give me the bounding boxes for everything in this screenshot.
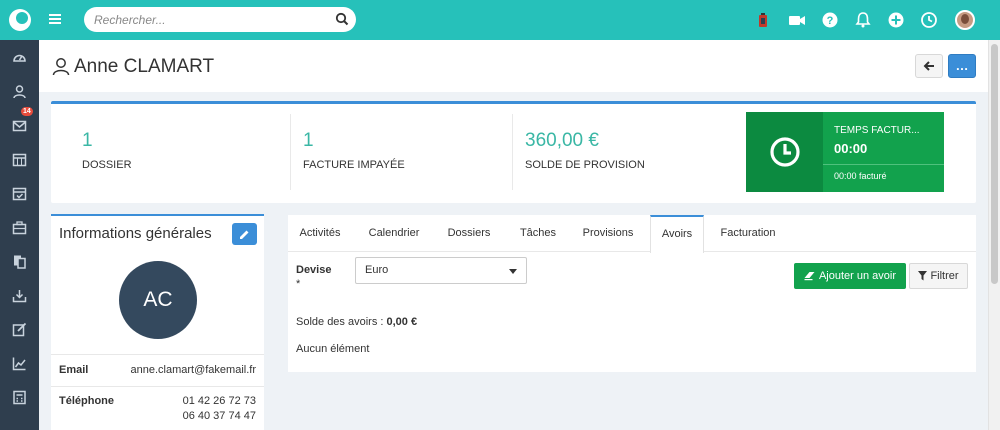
divider — [512, 114, 513, 190]
clock-icon[interactable] — [920, 11, 938, 29]
bell-icon[interactable] — [854, 11, 872, 29]
divider — [290, 114, 291, 190]
sidebar-item-agenda[interactable] — [0, 176, 39, 210]
sidebar: 14 — [0, 40, 39, 430]
currency-label: Devise — [296, 264, 332, 276]
edit-button[interactable] — [232, 223, 257, 245]
tab-provisions[interactable]: Provisions — [572, 215, 644, 252]
search-box — [84, 7, 356, 32]
dashboard-icon — [13, 54, 26, 62]
divider — [51, 354, 264, 355]
credit-balance-value: 0,00 € — [386, 316, 418, 328]
arrow-left-icon — [923, 61, 934, 71]
add-credit-note-button[interactable]: Ajouter un avoir — [794, 263, 906, 289]
top-bar: ? — [0, 0, 1000, 40]
tab-avoirs[interactable]: Avoirs — [650, 215, 704, 253]
tab-activites[interactable]: Activités — [288, 215, 352, 252]
divider — [51, 386, 264, 387]
timer-time: 00:00 — [834, 141, 868, 156]
page-title: Anne CLAMART — [74, 56, 215, 77]
search-icon[interactable] — [335, 12, 349, 26]
help-icon[interactable]: ? — [821, 11, 839, 29]
briefcase-icon — [12, 220, 27, 234]
divider — [823, 164, 944, 165]
filter-icon — [918, 271, 928, 281]
calendar-check-icon — [12, 187, 27, 200]
stat-value: 1 — [303, 130, 314, 151]
sidebar-item-stats[interactable] — [0, 346, 39, 380]
caret-down-icon — [509, 269, 517, 274]
phone-value-1[interactable]: 01 42 26 72 73 — [183, 395, 256, 407]
phone-value-2[interactable]: 06 40 37 74 47 — [183, 410, 256, 422]
user-avatar[interactable] — [955, 10, 975, 30]
mail-icon — [12, 120, 27, 131]
tabs-bar: Activités Calendrier Dossiers Tâches Pro… — [288, 215, 976, 253]
panel-title: Informations générales — [59, 225, 212, 242]
chart-icon — [12, 357, 26, 370]
tab-taches[interactable]: Tâches — [508, 215, 568, 252]
currency-select-value: Euro — [365, 264, 389, 276]
filter-button[interactable]: Filtrer — [909, 263, 968, 289]
calculator-icon — [13, 390, 26, 404]
documents-icon — [14, 255, 26, 269]
credit-balance-label: Solde des avoirs : — [296, 316, 387, 328]
tab-dossiers[interactable]: Dossiers — [436, 215, 502, 252]
email-value[interactable]: anne.clamart@fakemail.fr — [131, 364, 257, 376]
sidebar-item-cases[interactable] — [0, 210, 39, 244]
contacts-icon — [13, 84, 26, 98]
pencil-icon — [240, 230, 249, 239]
sidebar-item-calendar[interactable] — [0, 142, 39, 176]
back-button[interactable] — [915, 54, 943, 78]
clock-icon — [769, 137, 800, 167]
stat-value: 1 — [82, 130, 93, 151]
general-info-panel: Informations générales AC Email anne.cla… — [51, 214, 264, 430]
stat-label: DOSSIER — [82, 159, 132, 171]
currency-select[interactable]: Euro — [355, 257, 527, 284]
eraser-icon — [804, 272, 815, 281]
search-input[interactable] — [94, 11, 324, 28]
stat-value: 360,00 € — [525, 130, 599, 151]
calendar-icon — [12, 153, 27, 166]
timer-title: TEMPS FACTUR... — [834, 125, 920, 136]
inbox-tray-icon — [12, 289, 27, 302]
sidebar-item-mail[interactable]: 14 — [0, 107, 39, 142]
tabs-panel: Activités Calendrier Dossiers Tâches Pro… — [288, 215, 976, 372]
tab-facturation[interactable]: Facturation — [712, 215, 784, 252]
scrollbar[interactable] — [988, 40, 1000, 430]
email-label: Email — [59, 364, 89, 376]
timer-stopwatch-icon[interactable] — [754, 11, 772, 29]
plus-icon[interactable] — [887, 11, 905, 29]
page-header: Anne CLAMART … — [39, 40, 988, 92]
sidebar-item-contacts[interactable] — [0, 74, 39, 108]
svg-text:?: ? — [827, 15, 834, 27]
sidebar-item-inbox[interactable] — [0, 278, 39, 312]
contact-icon — [52, 58, 70, 76]
logo-icon[interactable] — [9, 9, 31, 31]
edit-icon — [12, 322, 27, 336]
credit-balance: Solde des avoirs : 0,00 € — [296, 316, 417, 328]
phone-label: Téléphone — [59, 395, 115, 407]
stat-label: SOLDE DE PROVISION — [525, 159, 645, 171]
more-actions-button[interactable]: … — [948, 54, 976, 78]
timer-billed: 00:00 facturé — [834, 171, 887, 181]
required-mark: * — [296, 278, 301, 290]
add-credit-note-label: Ajouter un avoir — [818, 270, 897, 282]
contact-avatar: AC — [119, 261, 197, 339]
sidebar-item-dashboard[interactable] — [0, 40, 39, 74]
video-icon[interactable] — [788, 11, 806, 29]
tab-calendrier[interactable]: Calendrier — [356, 215, 432, 252]
billed-time-widget[interactable]: TEMPS FACTUR... 00:00 00:00 facturé — [746, 112, 944, 192]
stat-label: FACTURE IMPAYÉE — [303, 159, 405, 171]
menu-icon[interactable] — [49, 14, 61, 24]
sidebar-item-documents[interactable] — [0, 244, 39, 278]
stats-panel: 1 DOSSIER 1 FACTURE IMPAYÉE 360,00 € SOL… — [51, 101, 976, 203]
empty-state-text: Aucun élément — [296, 343, 370, 355]
sidebar-item-edit[interactable] — [0, 312, 39, 346]
timer-clock-box — [746, 112, 823, 192]
filter-label: Filtrer — [930, 270, 959, 282]
mail-badge: 14 — [21, 107, 33, 116]
scrollbar-thumb[interactable] — [991, 44, 998, 284]
sidebar-item-calculator[interactable] — [0, 380, 39, 414]
